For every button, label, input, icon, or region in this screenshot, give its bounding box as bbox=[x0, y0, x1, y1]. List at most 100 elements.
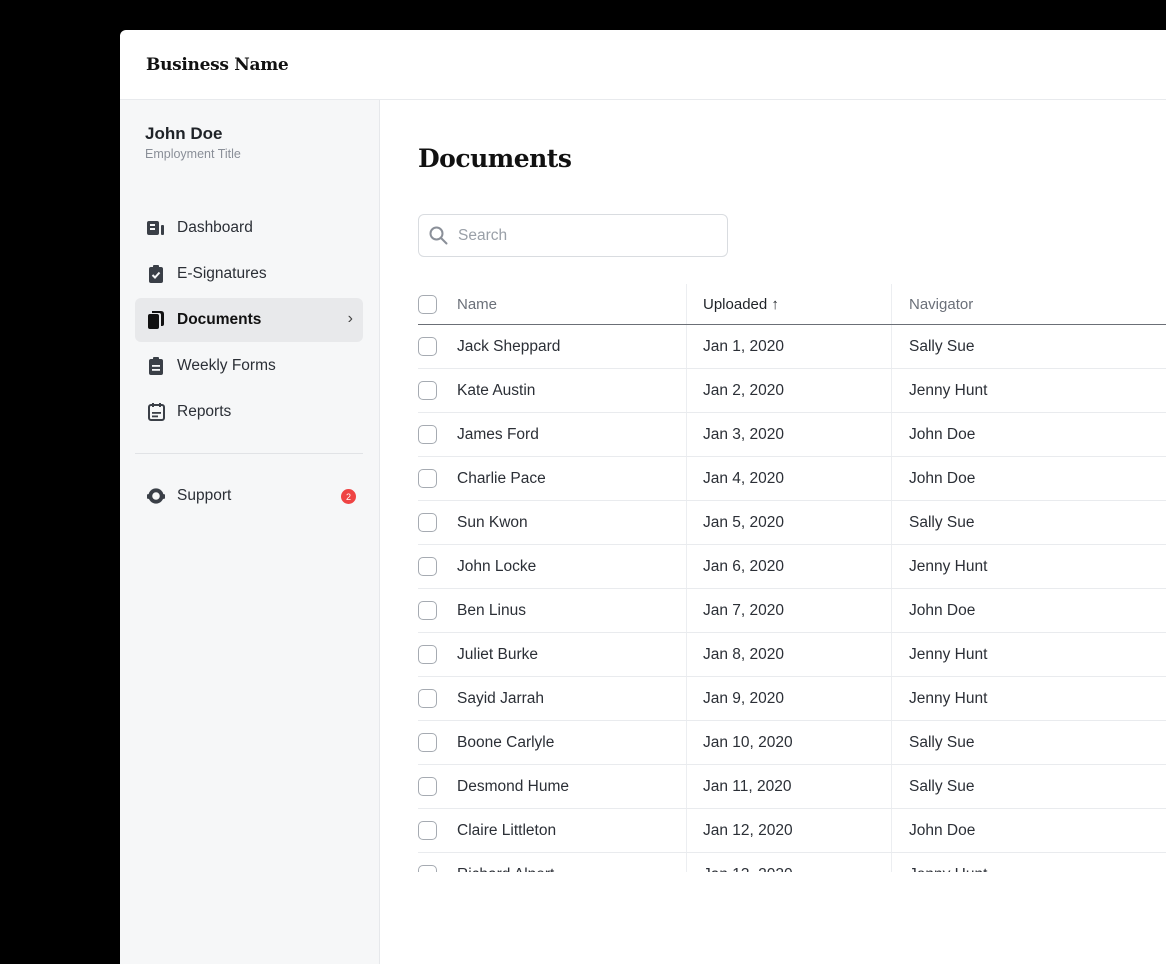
cell-name: Richard Alpert bbox=[457, 853, 554, 873]
table-row[interactable]: James Ford Jan 3, 2020 John Doe bbox=[418, 413, 1166, 457]
row-checkbox[interactable] bbox=[418, 469, 437, 488]
user-name: John Doe bbox=[145, 124, 223, 143]
row-checkbox[interactable] bbox=[418, 337, 437, 356]
cell-uploaded: Jan 11, 2020 bbox=[703, 777, 792, 795]
cell-name: Kate Austin bbox=[457, 381, 536, 399]
row-checkbox[interactable] bbox=[418, 601, 437, 620]
cell-name: Ben Linus bbox=[457, 601, 526, 619]
row-select-cell bbox=[418, 413, 442, 456]
cell-name: Boone Carlyle bbox=[457, 733, 555, 751]
row-checkbox[interactable] bbox=[418, 513, 437, 532]
row-select-cell bbox=[418, 325, 442, 368]
table-row[interactable]: Sayid Jarrah Jan 9, 2020 Jenny Hunt bbox=[418, 677, 1166, 721]
row-checkbox[interactable] bbox=[418, 821, 437, 840]
sidebar-item-dashboard[interactable]: Dashboard bbox=[135, 206, 363, 250]
cell-navigator: Jenny Hunt bbox=[909, 853, 987, 873]
column-header-name[interactable]: Name bbox=[457, 284, 497, 324]
cell-navigator: Sally Sue bbox=[909, 337, 975, 355]
column-divider bbox=[891, 413, 892, 456]
column-divider bbox=[891, 325, 892, 368]
row-select-cell bbox=[418, 677, 442, 720]
row-select-cell bbox=[418, 633, 442, 676]
table-row[interactable]: Charlie Pace Jan 4, 2020 John Doe bbox=[418, 457, 1166, 501]
cell-uploaded: Jan 1, 2020 bbox=[703, 337, 785, 355]
column-divider bbox=[686, 721, 687, 764]
row-checkbox[interactable] bbox=[418, 425, 437, 444]
cell-uploaded: Jan 12, 2020 bbox=[703, 821, 793, 839]
main-content: Documents Name Uploaded ↑ Navigator Jack… bbox=[380, 100, 1166, 964]
column-divider bbox=[686, 457, 687, 500]
search-box[interactable] bbox=[418, 214, 728, 257]
row-checkbox[interactable] bbox=[418, 645, 437, 664]
column-divider bbox=[686, 545, 687, 588]
calendar-report-icon bbox=[147, 403, 165, 421]
table-row[interactable]: Juliet Burke Jan 8, 2020 Jenny Hunt bbox=[418, 633, 1166, 677]
cell-name: Sun Kwon bbox=[457, 513, 528, 531]
column-divider bbox=[686, 413, 687, 456]
search-icon bbox=[429, 226, 448, 245]
search-input[interactable] bbox=[456, 225, 720, 246]
row-checkbox[interactable] bbox=[418, 689, 437, 708]
column-divider bbox=[686, 284, 687, 324]
table-row[interactable]: Boone Carlyle Jan 10, 2020 Sally Sue bbox=[418, 721, 1166, 765]
cell-uploaded: Jan 7, 2020 bbox=[703, 601, 785, 619]
user-title: Employment Title bbox=[145, 147, 241, 161]
sidebar-item-label: Support bbox=[177, 487, 232, 504]
table-header: Name Uploaded ↑ Navigator bbox=[418, 284, 1166, 325]
column-divider bbox=[891, 853, 892, 872]
sidebar-item-documents[interactable]: Documents › bbox=[135, 298, 363, 342]
row-select-cell bbox=[418, 765, 442, 808]
table-row[interactable]: Ben Linus Jan 7, 2020 John Doe bbox=[418, 589, 1166, 633]
row-checkbox[interactable] bbox=[418, 777, 437, 796]
cell-uploaded: Jan 10, 2020 bbox=[703, 733, 793, 751]
column-divider bbox=[891, 457, 892, 500]
row-checkbox[interactable] bbox=[418, 557, 437, 576]
clipboard-check-icon bbox=[147, 265, 165, 283]
sidebar-item-weekly-forms[interactable]: Weekly Forms bbox=[135, 344, 363, 388]
cell-name: John Locke bbox=[457, 557, 537, 575]
cell-navigator: John Doe bbox=[909, 821, 976, 839]
column-divider bbox=[891, 633, 892, 676]
table-row[interactable]: Jack Sheppard Jan 1, 2020 Sally Sue bbox=[418, 325, 1166, 369]
cell-navigator: Jenny Hunt bbox=[909, 689, 988, 707]
cell-name: Claire Littleton bbox=[457, 821, 557, 839]
select-all-checkbox[interactable] bbox=[418, 294, 437, 314]
sidebar-item-e-signatures[interactable]: E-Signatures bbox=[135, 252, 363, 296]
column-divider bbox=[891, 501, 892, 544]
cell-name: Sayid Jarrah bbox=[457, 689, 545, 707]
cell-navigator: John Doe bbox=[909, 425, 976, 443]
sidebar-item-label: E-Signatures bbox=[177, 265, 267, 282]
column-header-navigator[interactable]: Navigator bbox=[909, 284, 973, 324]
cell-navigator: Jenny Hunt bbox=[909, 645, 988, 663]
dashboard-icon bbox=[147, 219, 165, 237]
cell-uploaded: Jan 8, 2020 bbox=[703, 645, 785, 663]
column-divider bbox=[686, 589, 687, 632]
page-title: Documents bbox=[418, 144, 572, 173]
notification-badge: 2 bbox=[341, 489, 356, 504]
table-row[interactable]: Kate Austin Jan 2, 2020 Jenny Hunt bbox=[418, 369, 1166, 413]
table-row[interactable]: Sun Kwon Jan 5, 2020 Sally Sue bbox=[418, 501, 1166, 545]
row-select-cell bbox=[418, 809, 442, 852]
business-name: Business Name bbox=[146, 55, 289, 75]
form-icon bbox=[147, 357, 165, 375]
table-row[interactable]: Desmond Hume Jan 11, 2020 Sally Sue bbox=[418, 765, 1166, 809]
sidebar-item-reports[interactable]: Reports bbox=[135, 390, 363, 434]
column-divider bbox=[891, 765, 892, 808]
row-checkbox[interactable] bbox=[418, 865, 437, 872]
cell-uploaded: Jan 13, 2020 bbox=[703, 853, 793, 873]
sidebar-item-support[interactable]: Support 2 bbox=[135, 474, 363, 518]
cell-uploaded: Jan 2, 2020 bbox=[703, 381, 785, 399]
table-row[interactable]: John Locke Jan 6, 2020 Jenny Hunt bbox=[418, 545, 1166, 589]
cell-navigator: Sally Sue bbox=[909, 733, 975, 751]
column-divider bbox=[686, 677, 687, 720]
row-checkbox[interactable] bbox=[418, 733, 437, 752]
cell-navigator: Sally Sue bbox=[909, 777, 975, 795]
column-divider bbox=[686, 633, 687, 676]
column-divider bbox=[891, 721, 892, 764]
row-checkbox[interactable] bbox=[418, 381, 437, 400]
table-row[interactable]: Claire Littleton Jan 12, 2020 John Doe bbox=[418, 809, 1166, 853]
table-row[interactable]: Richard Alpert Jan 13, 2020 Jenny Hunt bbox=[418, 853, 1166, 872]
column-divider bbox=[891, 284, 892, 324]
row-select-cell bbox=[418, 369, 442, 412]
column-header-uploaded[interactable]: Uploaded ↑ bbox=[703, 284, 779, 324]
